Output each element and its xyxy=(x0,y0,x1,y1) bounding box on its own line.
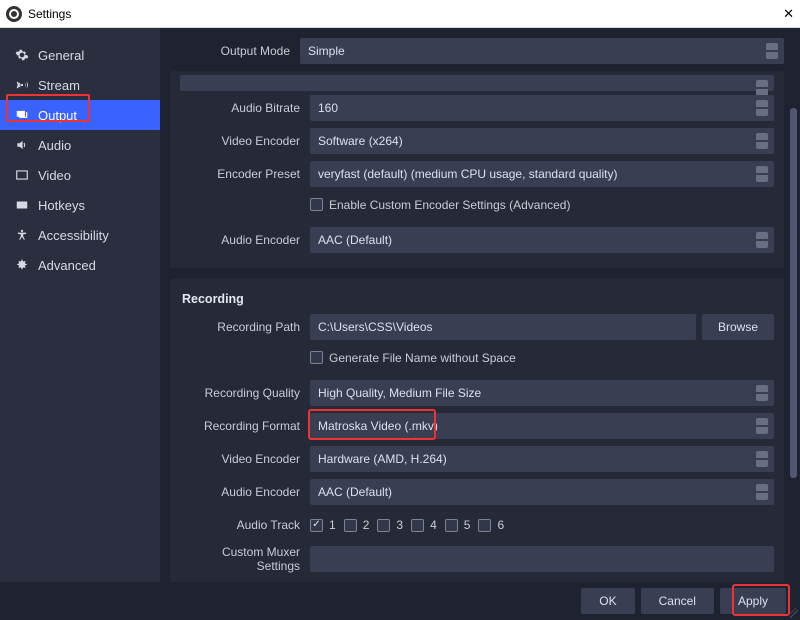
label-audio-bitrate: Audio Bitrate xyxy=(180,101,310,115)
signal-icon xyxy=(14,77,30,93)
track-5[interactable]: 5 xyxy=(445,518,471,532)
sidebar-item-accessibility[interactable]: Accessibility xyxy=(0,220,160,250)
label-recording-format: Recording Format xyxy=(180,419,310,433)
checkbox-gen-no-space[interactable]: Generate File Name without Space xyxy=(310,351,516,365)
sidebar-item-label: Output xyxy=(38,108,77,123)
sidebar-item-label: Advanced xyxy=(38,258,96,273)
gear-icon xyxy=(14,47,30,63)
collapsed-field[interactable] xyxy=(180,75,774,91)
audio-icon xyxy=(14,137,30,153)
window-body: General Stream Output Audio Video Hotkey… xyxy=(0,28,800,582)
sidebar-item-audio[interactable]: Audio xyxy=(0,130,160,160)
select-recording-format[interactable]: Matroska Video (.mkv) xyxy=(310,413,774,439)
track-2[interactable]: 2 xyxy=(344,518,370,532)
sidebar-item-label: Hotkeys xyxy=(38,198,85,213)
checkbox-icon xyxy=(411,519,424,532)
audio-tracks: 1 2 3 4 5 6 xyxy=(310,518,774,532)
browse-button[interactable]: Browse xyxy=(702,314,774,340)
label-audio-track: Audio Track xyxy=(180,518,310,532)
row-output-mode: Output Mode Simple xyxy=(170,38,784,64)
sidebar-item-label: General xyxy=(38,48,84,63)
checkbox-icon xyxy=(310,519,323,532)
checkbox-icon xyxy=(310,351,323,364)
sidebar-item-hotkeys[interactable]: Hotkeys xyxy=(0,190,160,220)
checkbox-custom-encoder[interactable]: Enable Custom Encoder Settings (Advanced… xyxy=(310,198,570,212)
sidebar-item-advanced[interactable]: Advanced xyxy=(0,250,160,280)
label-recording-path: Recording Path xyxy=(180,320,310,334)
accessibility-icon xyxy=(14,227,30,243)
sidebar-item-stream[interactable]: Stream xyxy=(0,70,160,100)
label-custom-muxer: Custom Muxer Settings xyxy=(180,545,310,573)
ok-button[interactable]: OK xyxy=(581,588,634,614)
input-recording-path[interactable] xyxy=(310,314,696,340)
apply-button[interactable]: Apply xyxy=(720,588,786,614)
scrollbar[interactable] xyxy=(790,68,797,578)
sidebar-item-label: Stream xyxy=(38,78,80,93)
label-output-mode: Output Mode xyxy=(170,44,300,58)
footer: OK Cancel Apply xyxy=(0,582,800,620)
cancel-button[interactable]: Cancel xyxy=(641,588,714,614)
sidebar: General Stream Output Audio Video Hotkey… xyxy=(0,28,160,582)
keyboard-icon xyxy=(14,197,30,213)
select-recording-quality[interactable]: High Quality, Medium File Size xyxy=(310,380,774,406)
label-encoder-preset: Encoder Preset xyxy=(180,167,310,181)
select-encoder-preset[interactable]: veryfast (default) (medium CPU usage, st… xyxy=(310,161,774,187)
panel-title-recording: Recording xyxy=(180,288,774,314)
track-6[interactable]: 6 xyxy=(478,518,504,532)
sidebar-item-label: Accessibility xyxy=(38,228,109,243)
panel-streaming: Audio Bitrate 160 Video Encoder Software… xyxy=(170,71,784,268)
scrollbar-thumb[interactable] xyxy=(790,108,797,478)
select-rec-audio-encoder[interactable]: AAC (Default) xyxy=(310,479,774,505)
advanced-icon xyxy=(14,257,30,273)
select-rec-video-encoder[interactable]: Hardware (AMD, H.264) xyxy=(310,446,774,472)
sidebar-item-video[interactable]: Video xyxy=(0,160,160,190)
checkbox-icon xyxy=(310,198,323,211)
window-title: Settings xyxy=(28,7,778,21)
checkbox-icon xyxy=(344,519,357,532)
label-recording-quality: Recording Quality xyxy=(180,386,310,400)
label-rec-video-encoder: Video Encoder xyxy=(180,452,310,466)
sidebar-item-general[interactable]: General xyxy=(0,40,160,70)
input-custom-muxer[interactable] xyxy=(310,546,774,572)
label-rec-audio-encoder: Audio Encoder xyxy=(180,485,310,499)
video-icon xyxy=(14,167,30,183)
resize-grip-icon[interactable] xyxy=(788,608,798,618)
output-icon xyxy=(14,107,30,123)
sidebar-item-label: Video xyxy=(38,168,71,183)
checkbox-icon xyxy=(478,519,491,532)
select-audio-bitrate[interactable]: 160 xyxy=(310,95,774,121)
sidebar-item-label: Audio xyxy=(38,138,71,153)
track-4[interactable]: 4 xyxy=(411,518,437,532)
track-1[interactable]: 1 xyxy=(310,518,336,532)
content-area: Output Mode Simple Audio Bitrate 160 Vid… xyxy=(160,28,800,582)
sidebar-item-output[interactable]: Output xyxy=(0,100,160,130)
checkbox-icon xyxy=(377,519,390,532)
select-output-mode[interactable]: Simple xyxy=(300,38,784,64)
title-bar: Settings ✕ xyxy=(0,0,800,28)
app-icon xyxy=(6,6,22,22)
label-video-encoder: Video Encoder xyxy=(180,134,310,148)
select-video-encoder[interactable]: Software (x264) xyxy=(310,128,774,154)
label-audio-encoder: Audio Encoder xyxy=(180,233,310,247)
checkbox-icon xyxy=(445,519,458,532)
track-3[interactable]: 3 xyxy=(377,518,403,532)
close-icon[interactable]: ✕ xyxy=(778,6,794,22)
panel-recording: Recording Recording Path Browse Generate… xyxy=(170,278,784,582)
select-audio-encoder[interactable]: AAC (Default) xyxy=(310,227,774,253)
